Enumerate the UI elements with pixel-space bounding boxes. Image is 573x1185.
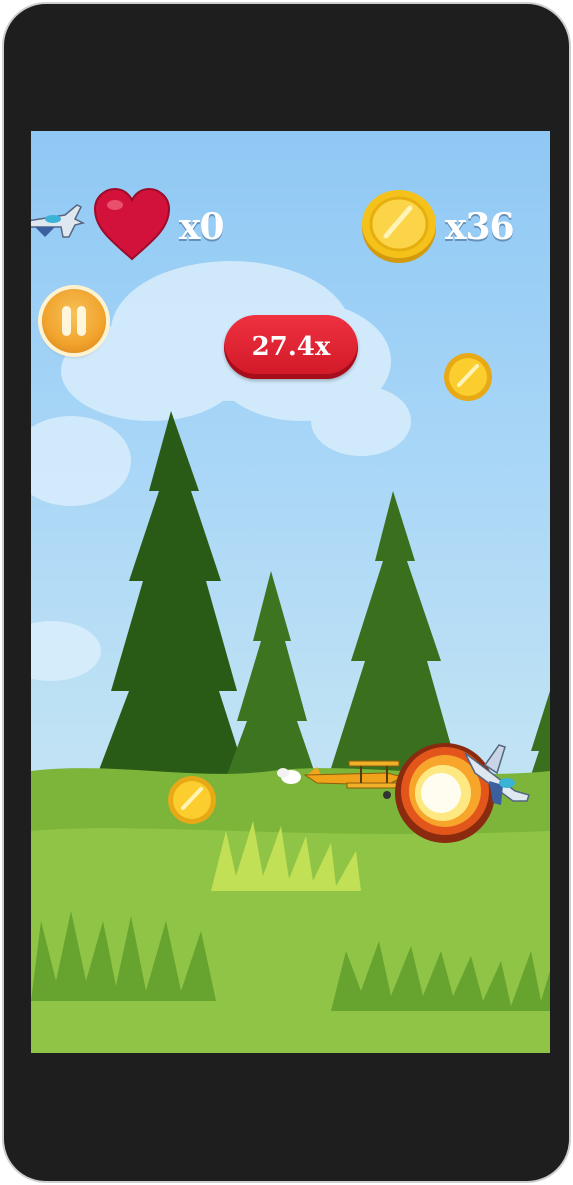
coin-pickup xyxy=(444,353,492,401)
heart-icon xyxy=(93,187,171,261)
multiplier-badge: 27.4x xyxy=(224,315,358,379)
phone-frame: x0 x36 27.4x xyxy=(2,2,571,1183)
lives-count: x0 xyxy=(179,206,225,248)
game-screen[interactable]: x0 x36 27.4x xyxy=(31,131,550,1053)
coin-pickup xyxy=(168,776,216,824)
coin-icon xyxy=(362,190,436,263)
grass-ground-light xyxy=(31,828,550,1053)
pause-button[interactable] xyxy=(42,289,106,353)
coins-count: x36 xyxy=(445,206,515,248)
enemy-jet-icon xyxy=(31,204,85,238)
enemy-jet-icon xyxy=(464,744,530,805)
background-scene xyxy=(31,261,550,1053)
pine-tree-right xyxy=(327,491,461,781)
